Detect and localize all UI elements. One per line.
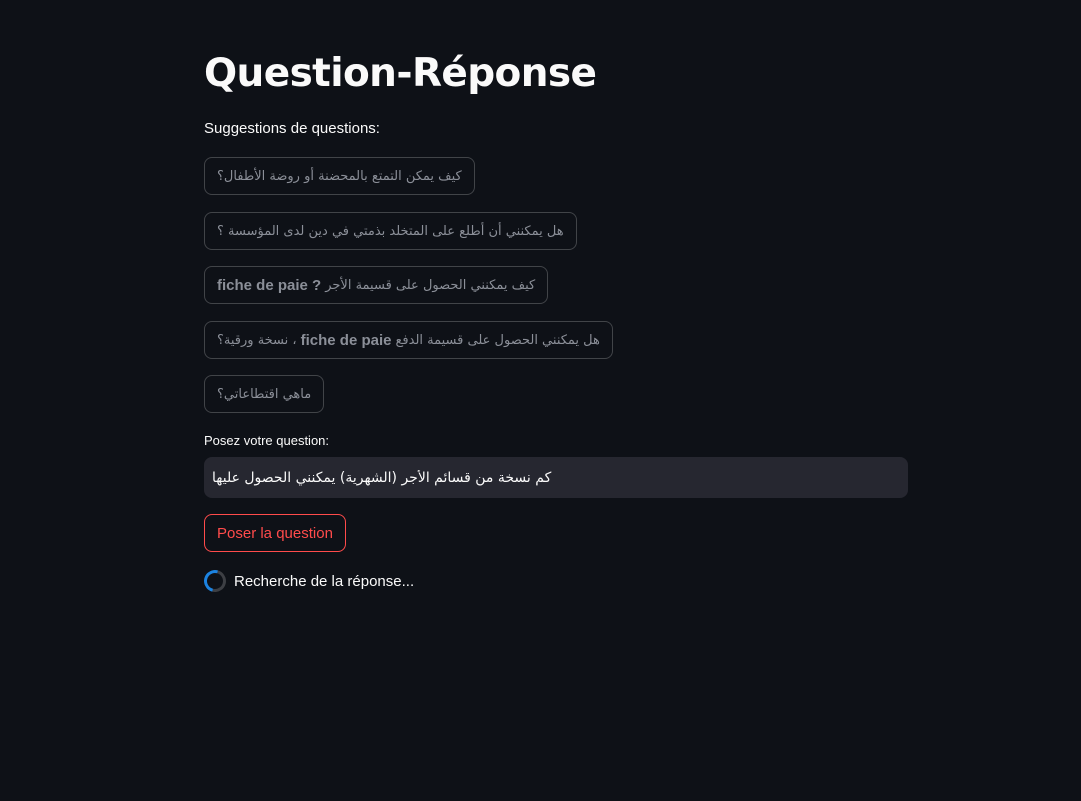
- status-text: Recherche de la réponse...: [234, 572, 415, 590]
- suggestion-text: كيف يمكن التمتع بالمحضنة أو روضة الأطفال…: [217, 168, 462, 184]
- suggestion-text-ar-1: هل يمكنني الحصول على قسيمة الدفع: [395, 332, 600, 348]
- question-input[interactable]: [204, 457, 908, 498]
- suggestion-text: هل يمكنني أن أطلع على المتخلد بذمتي في د…: [217, 223, 564, 239]
- suggestions-label: Suggestions de questions:: [204, 120, 380, 137]
- suggestion-text-fr: fiche de paie: [300, 331, 392, 349]
- suggestion-text: ماهي اقتطاعاتي؟: [217, 386, 312, 402]
- question-label: Posez votre question:: [204, 433, 330, 448]
- suggestion-text-ar: كيف يمكنني الحصول على قسيمة الأجر: [325, 277, 536, 293]
- spinner-icon: [199, 565, 231, 597]
- loading-status: Recherche de la réponse...: [199, 565, 415, 597]
- ask-question-button[interactable]: Poser la question: [204, 514, 346, 552]
- suggestion-text-fr: fiche de paie ?: [217, 276, 322, 294]
- suggestion-button-4[interactable]: هل يمكنني الحصول على قسيمة الدفع fiche d…: [204, 321, 613, 359]
- page-title: Question-Réponse: [204, 51, 597, 96]
- suggestion-button-2[interactable]: هل يمكنني أن أطلع على المتخلد بذمتي في د…: [204, 212, 577, 250]
- suggestion-text-ar-2: ، نسخة ورقية؟: [217, 332, 297, 348]
- suggestion-button-1[interactable]: كيف يمكن التمتع بالمحضنة أو روضة الأطفال…: [204, 157, 475, 195]
- suggestion-button-3[interactable]: كيف يمكنني الحصول على قسيمة الأجر fiche …: [204, 266, 549, 304]
- suggestion-button-5[interactable]: ماهي اقتطاعاتي؟: [204, 375, 325, 413]
